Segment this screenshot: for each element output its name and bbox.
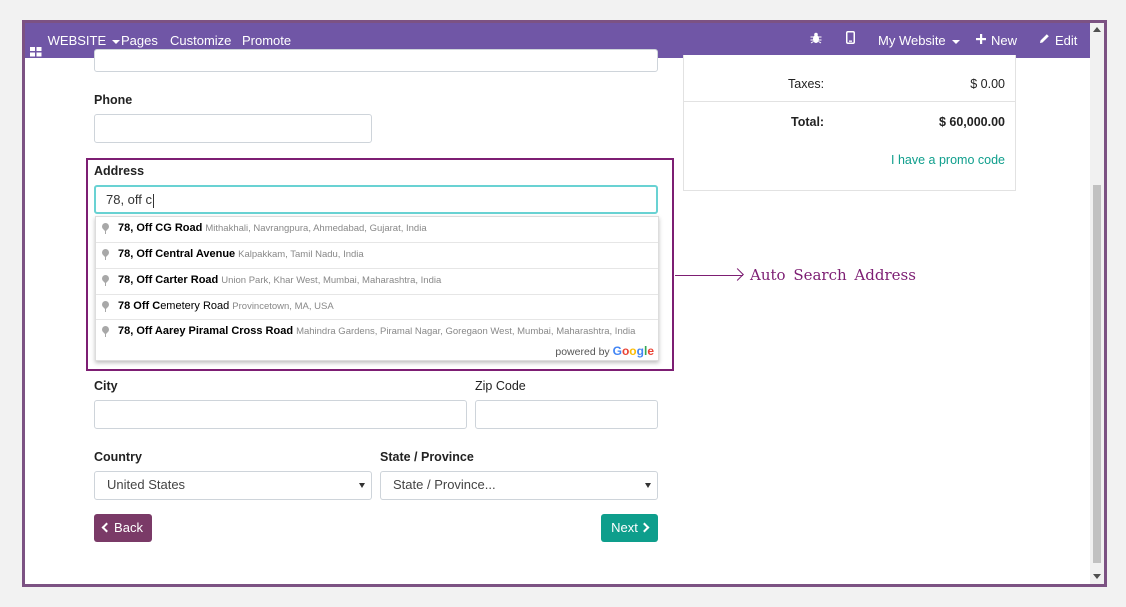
scroll-up-icon[interactable] <box>1093 27 1101 32</box>
state-label: State / Province <box>380 450 474 464</box>
my-website-label: My Website <box>878 33 946 48</box>
caret-down-icon <box>112 39 121 44</box>
text-cursor <box>153 193 155 208</box>
next-label: Next <box>611 520 638 535</box>
new-label: New <box>991 33 1018 48</box>
state-select[interactable]: State / Province... <box>380 471 658 500</box>
debug-button[interactable] <box>810 23 822 58</box>
next-button[interactable]: Next <box>601 514 658 542</box>
bug-icon <box>810 23 822 57</box>
callout-label: Auto Search Address <box>750 266 916 284</box>
caret-down-icon <box>951 39 960 44</box>
plus-icon <box>976 23 986 57</box>
map-pin-stem <box>105 229 106 234</box>
city-input[interactable] <box>94 400 467 429</box>
suggestion-item[interactable]: 78, Off Aarey Piramal Cross Road Mahindra… <box>96 319 658 345</box>
address-suggestions-dropdown: 78, Off CG Road Mithakhali, Navrangpura, … <box>95 216 659 361</box>
powered-by-google: powered by Google <box>555 344 654 358</box>
order-summary-panel: Taxes: $ 0.00 Total: $ 60,000.00 I have … <box>683 55 1016 191</box>
suggestion-secondary: Provincetown, MA, USA <box>232 301 334 312</box>
suggestion-text: 78 Off Cemetery Road Provincetown, MA, US… <box>118 300 334 312</box>
map-pin-stem <box>105 307 106 312</box>
city-label: City <box>94 379 118 393</box>
mobile-preview-button[interactable] <box>846 23 855 58</box>
grid-icon <box>30 35 42 57</box>
website-menu-label: WEBSITE <box>47 33 107 48</box>
google-logo: Google <box>612 344 654 358</box>
suggestion-bold: 78, Off Central Avenue <box>118 248 236 260</box>
select-caret-icon <box>359 483 365 488</box>
suggestion-bold: 78, Off Aarey Piramal Cross Road <box>118 325 294 337</box>
total-value: $ 60,000.00 <box>938 115 1005 129</box>
back-button[interactable]: Back <box>94 514 152 542</box>
suggestion-secondary: Mahindra Gardens, Piramal Nagar, Goregao… <box>296 326 636 337</box>
suggestion-bold: 78, Off Carter Road <box>118 274 219 286</box>
total-label: Total: <box>791 115 825 129</box>
previous-field-input[interactable] <box>94 49 658 72</box>
zip-label: Zip Code <box>475 379 526 393</box>
mobile-icon <box>846 23 855 57</box>
suggestion-secondary: Union Park, Khar West, Mumbai, Maharasht… <box>221 275 442 286</box>
suggestion-item[interactable]: 78 Off Cemetery Road Provincetown, MA, US… <box>96 294 658 320</box>
suggestion-item[interactable]: 78, Off CG Road Mithakhali, Navrangpura, … <box>96 217 658 242</box>
address-label: Address <box>94 164 145 178</box>
suggestion-secondary: Mithakhali, Navrangpura, Ahmedabad, Guja… <box>205 223 427 234</box>
zip-input[interactable] <box>475 400 658 429</box>
suggestion-normal: emetery Road <box>160 300 230 312</box>
suggestion-secondary: Kalpakkam, Tamil Nadu, India <box>238 249 364 260</box>
promo-code-link[interactable]: I have a promo code <box>891 153 1005 167</box>
state-select-value: State / Province... <box>393 477 496 492</box>
select-caret-icon <box>645 483 651 488</box>
phone-label: Phone <box>94 93 133 107</box>
new-button[interactable]: New <box>976 23 1017 58</box>
suggestion-text: 78, Off Carter Road Union Park, Khar West… <box>118 274 441 286</box>
scroll-down-icon[interactable] <box>1093 574 1101 579</box>
phone-input[interactable] <box>94 114 372 143</box>
country-select[interactable]: United States <box>94 471 372 500</box>
edit-label: Edit <box>1055 33 1078 48</box>
taxes-value: $ 0.00 <box>970 77 1005 91</box>
my-website-menu[interactable]: My Website <box>878 23 960 58</box>
address-input[interactable]: 78, off c <box>94 185 658 214</box>
map-pin-stem <box>105 332 106 337</box>
back-label: Back <box>114 520 143 535</box>
country-select-value: United States <box>107 477 186 492</box>
suggestion-item[interactable]: 78, Off Carter Road Union Park, Khar West… <box>96 268 658 294</box>
country-label: Country <box>94 450 142 464</box>
suggestion-item[interactable]: 78, Off Central Avenue Kalpakkam, Tamil N… <box>96 242 658 268</box>
suggestion-text: 78, Off Central Avenue Kalpakkam, Tamil N… <box>118 248 364 260</box>
edit-button[interactable]: Edit <box>1039 23 1077 58</box>
powered-by-text: powered by <box>555 346 610 358</box>
suggestion-text: 78, Off Aarey Piramal Cross Road Mahindra… <box>118 325 635 337</box>
suggestion-bold: 78 Off C <box>118 300 161 312</box>
chevron-left-icon <box>101 522 112 533</box>
suggestion-bold: 78, Off CG Road <box>118 222 203 234</box>
taxes-label: Taxes: <box>788 77 825 91</box>
address-input-value: 78, off c <box>106 192 153 207</box>
browser-frame: WEBSITE Pages Customize Promote My Websi… <box>22 20 1107 587</box>
summary-divider <box>684 101 1015 102</box>
suggestion-text: 78, Off CG Road Mithakhali, Navrangpura, … <box>118 222 427 234</box>
map-pin-stem <box>105 281 106 286</box>
chevron-right-icon <box>639 522 650 533</box>
page-scrollbar[interactable] <box>1090 23 1104 584</box>
scrollbar-thumb[interactable] <box>1093 185 1101 563</box>
map-pin-stem <box>105 255 106 260</box>
pencil-icon <box>1039 23 1050 57</box>
arrow-right-icon <box>731 268 744 281</box>
